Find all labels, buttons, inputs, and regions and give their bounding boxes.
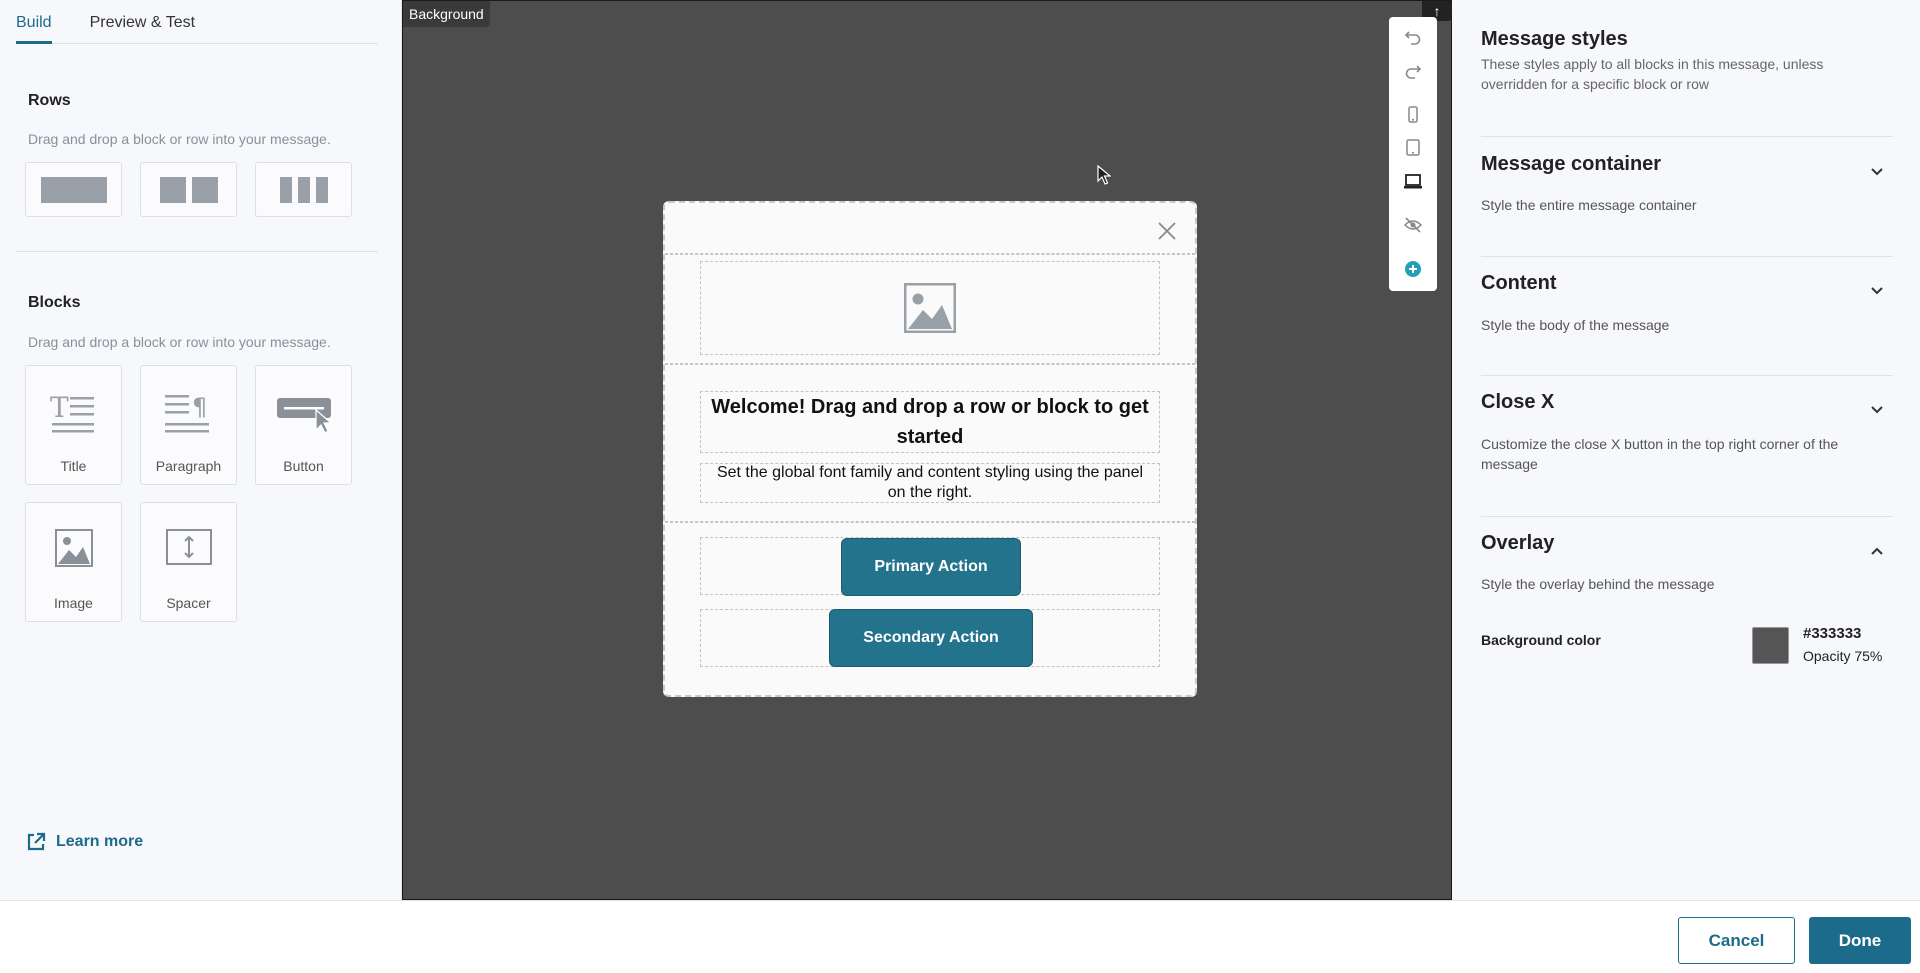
section-divider [1481,375,1893,376]
blocks-hint: Drag and drop a block or row into your m… [28,334,331,350]
column-shape [279,176,292,203]
mouse-cursor-icon [1097,165,1111,185]
tab-build[interactable]: Build [16,0,52,44]
section-title-content[interactable]: Content [1481,272,1557,295]
block-button[interactable]: Button [255,365,352,485]
redo-icon[interactable] [1389,59,1437,83]
block-label: Button [283,458,324,474]
undo-icon[interactable] [1389,25,1437,49]
add-icon[interactable] [1389,257,1437,281]
chevron-up-icon[interactable] [1867,541,1887,561]
chevron-down-icon[interactable] [1867,281,1887,301]
section-title-message-container[interactable]: Message container [1481,153,1661,176]
row-two-columns[interactable] [140,162,237,217]
section-divider [1481,256,1893,257]
block-image[interactable]: Image [25,502,122,622]
chevron-down-icon[interactable] [1867,400,1887,420]
column-shape [40,176,107,203]
spacer-icon [166,529,212,565]
rows-hint: Drag and drop a block or row into your m… [28,131,331,147]
paragraph-block[interactable]: Set the global font family and content s… [700,463,1160,503]
block-label: Paragraph [155,458,222,474]
column-shape [315,176,328,203]
mobile-view-icon[interactable] [1389,103,1437,127]
background-color-value: #333333 [1803,625,1862,642]
section-title-close-x[interactable]: Close X [1481,391,1554,414]
primary-action-button[interactable]: Primary Action [841,538,1021,596]
learn-more-label: Learn more [56,833,144,850]
section-sub-message-container: Style the entire message container [1481,197,1697,213]
rows-title: Rows [28,92,71,109]
tab-preview-test[interactable]: Preview & Test [90,0,196,44]
row-divider [665,253,1195,255]
cancel-button[interactable]: Cancel [1678,917,1795,964]
section-sub-overlay: Style the overlay behind the message [1481,576,1715,592]
learn-more-link[interactable]: Learn more [26,832,143,852]
background-color-swatch[interactable] [1752,627,1789,664]
footer-bar: Cancel Done [0,900,1920,973]
welcome-subtext: Set the global font family and content s… [716,464,1144,501]
row-divider [665,363,1195,365]
svg-text:T: T [50,391,69,424]
message-canvas[interactable]: Background ↑ Welcome! Drag and drop a ro… [402,0,1452,900]
image-block-placeholder[interactable] [700,261,1160,355]
hide-preview-icon[interactable] [1389,213,1437,237]
svg-text:¶: ¶ [192,393,207,421]
close-icon[interactable] [1145,209,1189,253]
secondary-action-button[interactable]: Secondary Action [829,609,1033,667]
builder-tabs: Build Preview & Test [16,0,378,44]
row-one-column[interactable] [25,162,122,217]
background-color-label: Background color [1481,632,1601,648]
external-link-icon [27,832,46,851]
row-three-columns[interactable] [255,162,352,217]
image-icon [904,283,956,333]
paragraph-icon: ¶ [165,393,209,433]
welcome-title: Welcome! Drag and drop a row or block to… [711,396,1149,448]
row-divider [665,521,1195,523]
left-panel: Build Preview & Test Rows Drag and drop … [0,0,402,900]
section-divider [16,251,378,252]
section-sub-close-x: Customize the close X button in the top … [1481,436,1839,472]
desktop-view-icon[interactable] [1389,169,1437,193]
blocks-title: Blocks [28,294,81,311]
done-button[interactable]: Done [1809,917,1911,964]
styles-panel: Message styles These styles apply to all… [1453,0,1920,900]
column-shape [191,176,218,203]
block-label: Title [60,458,87,474]
message-styles-subtitle: These styles apply to all blocks in this… [1481,56,1824,92]
block-spacer[interactable]: Spacer [140,502,237,622]
background-opacity: Opacity 75% [1803,648,1883,664]
column-shape [159,176,186,203]
canvas-toolbar [1389,17,1437,291]
title-icon: T [50,391,94,433]
image-icon [55,529,93,567]
button-icon [277,398,333,434]
section-title-overlay[interactable]: Overlay [1481,532,1554,555]
message-styles-title: Message styles [1481,28,1628,50]
block-label: Image [54,595,93,611]
column-shape [297,176,310,203]
background-label[interactable]: Background [403,1,490,27]
section-divider [1481,516,1893,517]
section-divider [1481,136,1893,137]
tablet-view-icon[interactable] [1389,136,1437,160]
block-title[interactable]: T Title [25,365,122,485]
section-sub-content: Style the body of the message [1481,317,1670,333]
title-block[interactable]: Welcome! Drag and drop a row or block to… [700,391,1160,453]
block-label: Spacer [166,595,211,611]
block-paragraph[interactable]: ¶ Paragraph [140,365,237,485]
chevron-down-icon[interactable] [1867,162,1887,182]
message-modal[interactable]: Welcome! Drag and drop a row or block to… [663,201,1197,697]
